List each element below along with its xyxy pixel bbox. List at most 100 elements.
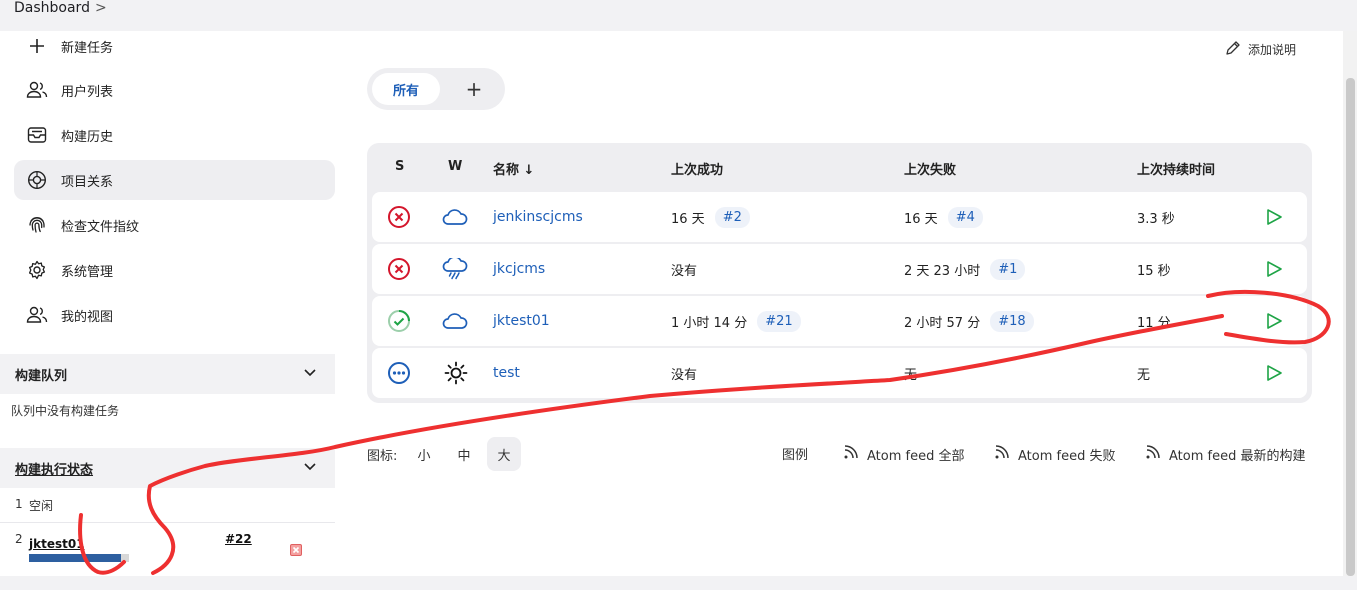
sidebar-item-build-history[interactable]: 构建历史 bbox=[14, 115, 335, 155]
job-name-link[interactable]: jkcjcms bbox=[493, 261, 545, 277]
cloud-icon bbox=[442, 296, 468, 346]
build-queue-title: 构建队列 bbox=[15, 369, 68, 384]
sidebar-item-label: 用户列表 bbox=[61, 84, 114, 100]
relationship-icon bbox=[26, 170, 48, 190]
executor-progress-fill bbox=[29, 554, 121, 562]
failed-icon bbox=[387, 192, 411, 242]
not-built-icon bbox=[387, 348, 411, 398]
sun-icon bbox=[444, 348, 468, 398]
executor-status-header[interactable]: 构建执行状态 bbox=[0, 448, 335, 488]
tab-all[interactable]: 所有 bbox=[372, 73, 440, 105]
add-view-button[interactable]: + bbox=[461, 76, 487, 102]
success-icon bbox=[387, 296, 411, 346]
last-success-time: 没有 bbox=[671, 263, 698, 279]
executor-row: 2 jktest01 #22 bbox=[0, 523, 335, 573]
schedule-build-play-icon[interactable] bbox=[1265, 244, 1283, 294]
legend-link[interactable]: 图例 bbox=[782, 444, 808, 463]
atom-feed-failed-link[interactable]: Atom feed 失败 bbox=[994, 444, 1115, 464]
sidebar-item-project-relationship[interactable]: 项目关系 bbox=[14, 160, 335, 200]
schedule-build-play-icon[interactable] bbox=[1265, 296, 1283, 346]
build-number-link[interactable]: #4 bbox=[947, 206, 983, 228]
pencil-icon bbox=[1225, 40, 1241, 59]
atom-feed-all-link[interactable]: Atom feed 全部 bbox=[843, 444, 964, 464]
column-header-last-duration[interactable]: 上次持续时间 bbox=[1137, 159, 1215, 178]
last-failure-time: 16 天 bbox=[904, 211, 938, 227]
column-header-last-success[interactable]: 上次成功 bbox=[671, 159, 723, 178]
chevron-down-icon[interactable] bbox=[303, 459, 317, 477]
sidebar-item-label: 项目关系 bbox=[61, 174, 114, 190]
chevron-down-icon[interactable] bbox=[303, 365, 317, 383]
table-row: jenkinscjcms 16 天 #2 16 天 #4 3.3 秒 bbox=[372, 192, 1307, 242]
fingerprint-icon bbox=[26, 215, 48, 235]
last-duration: 15 秒 bbox=[1137, 263, 1171, 279]
schedule-build-play-icon[interactable] bbox=[1265, 192, 1283, 242]
executor-idle-status: 空闲 bbox=[29, 499, 54, 513]
jobs-table: S W 名称 ↓ 上次成功 上次失败 上次持续时间 jenkinscjcms 1… bbox=[367, 143, 1312, 403]
sidebar-item-fingerprint[interactable]: 检查文件指纹 bbox=[14, 205, 335, 245]
table-row: test 没有 无 无 bbox=[372, 348, 1307, 398]
icon-size-small[interactable]: 小 bbox=[407, 437, 441, 471]
build-number-link[interactable]: #2 bbox=[714, 206, 750, 228]
icon-size-large[interactable]: 大 bbox=[487, 437, 521, 471]
executor-status-title[interactable]: 构建执行状态 bbox=[15, 459, 93, 478]
last-failure-time: 无 bbox=[904, 367, 918, 383]
last-duration: 3.3 秒 bbox=[1137, 211, 1175, 227]
sidebar: 新建任务 用户列表 构建历史 项目关系 检查文件指纹 系统管理 我的视图 构建队… bbox=[0, 31, 335, 576]
add-description-label: 添加说明 bbox=[1248, 43, 1297, 57]
breadcrumb-chevron-icon[interactable]: > bbox=[95, 0, 107, 16]
build-number-link[interactable]: #1 bbox=[990, 258, 1026, 280]
icon-size-label: 图标: bbox=[367, 448, 398, 464]
build-queue-header[interactable]: 构建队列 bbox=[0, 354, 335, 394]
table-row: jktest01 1 小时 14 分 #21 2 小时 57 分 #18 11 分 bbox=[372, 296, 1307, 346]
icon-size-medium[interactable]: 中 bbox=[447, 437, 481, 471]
cloud-icon bbox=[442, 192, 468, 242]
sidebar-item-my-views[interactable]: 我的视图 bbox=[14, 295, 335, 335]
rss-icon bbox=[994, 444, 1010, 464]
sidebar-item-label: 构建历史 bbox=[61, 129, 114, 145]
users-icon bbox=[26, 305, 48, 325]
job-name-link[interactable]: jenkinscjcms bbox=[493, 209, 583, 225]
legend-label: 图例 bbox=[782, 448, 809, 463]
column-header-weather[interactable]: W bbox=[448, 159, 462, 174]
sidebar-item-new-job[interactable]: 新建任务 bbox=[14, 26, 335, 66]
sidebar-item-label: 我的视图 bbox=[61, 309, 114, 325]
sidebar-item-users[interactable]: 用户列表 bbox=[14, 70, 335, 110]
build-queue-empty: 队列中没有构建任务 bbox=[11, 404, 120, 418]
last-success-time: 16 天 bbox=[671, 211, 705, 227]
atom-feed-failed-label: Atom feed 失败 bbox=[1018, 448, 1116, 464]
plus-icon bbox=[26, 36, 48, 56]
last-failure-time: 2 小时 57 分 bbox=[904, 315, 981, 331]
schedule-build-play-icon[interactable] bbox=[1265, 348, 1283, 398]
job-name-link[interactable]: test bbox=[493, 365, 520, 381]
last-duration: 无 bbox=[1137, 367, 1151, 383]
executor-build-link[interactable]: #22 bbox=[225, 532, 252, 546]
atom-feed-latest-link[interactable]: Atom feed 最新的构建 bbox=[1145, 444, 1305, 464]
build-number-link[interactable]: #18 bbox=[990, 310, 1034, 332]
build-number-link[interactable]: #21 bbox=[757, 310, 801, 332]
stop-build-icon[interactable] bbox=[290, 544, 302, 556]
executor-progress-bar bbox=[29, 554, 129, 562]
last-success-time: 1 小时 14 分 bbox=[671, 315, 748, 331]
atom-feed-all-label: Atom feed 全部 bbox=[867, 448, 965, 464]
scrollbar-thumb[interactable] bbox=[1346, 78, 1355, 576]
rain-cloud-icon bbox=[442, 244, 468, 294]
last-duration: 11 分 bbox=[1137, 315, 1171, 331]
gear-icon bbox=[26, 260, 48, 280]
inbox-icon bbox=[26, 125, 48, 145]
failed-icon bbox=[387, 244, 411, 294]
column-header-last-failure[interactable]: 上次失败 bbox=[904, 159, 956, 178]
last-failure-time: 2 天 23 小时 bbox=[904, 263, 981, 279]
executor-job-link[interactable]: jktest01 bbox=[29, 537, 85, 551]
job-name-link[interactable]: jktest01 bbox=[493, 313, 550, 329]
rss-icon bbox=[1145, 444, 1161, 464]
column-header-status[interactable]: S bbox=[395, 159, 404, 174]
executor-number: 2 bbox=[15, 532, 23, 546]
executor-row: 1 空闲 bbox=[0, 488, 335, 523]
sidebar-item-label: 系统管理 bbox=[61, 264, 114, 280]
column-header-name[interactable]: 名称 ↓ bbox=[493, 159, 534, 178]
add-description-link[interactable]: 添加说明 bbox=[1225, 40, 1296, 59]
last-success-time: 没有 bbox=[671, 367, 698, 383]
breadcrumb-dashboard[interactable]: Dashboard bbox=[14, 0, 90, 16]
view-tabs: 所有 + bbox=[367, 68, 505, 110]
sidebar-item-manage-jenkins[interactable]: 系统管理 bbox=[14, 250, 335, 290]
